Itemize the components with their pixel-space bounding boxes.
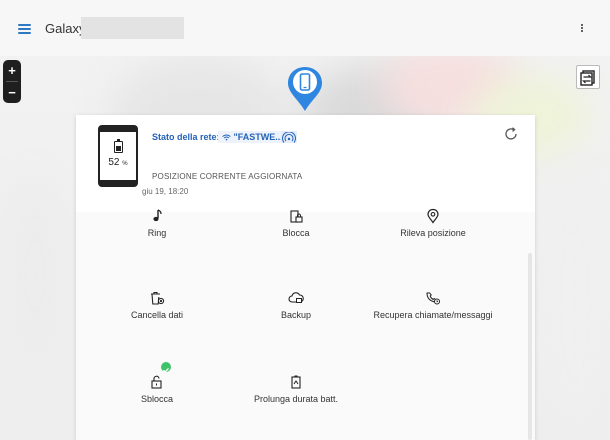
device-panel: 52 % Stato della rete: "FASTWE... POSIZI… — [76, 115, 535, 440]
battery-extend-icon — [291, 375, 301, 389]
location-timestamp: giu 19, 18:20 — [142, 187, 189, 196]
action-unlock[interactable]: Sblocca — [82, 374, 232, 404]
signal-icon — [281, 131, 297, 143]
location-status: POSIZIONE CORRENTE AGGIORNATA — [152, 172, 303, 181]
action-backup[interactable]: Backup — [221, 290, 371, 320]
device-phone-icon: 52 % — [98, 125, 138, 187]
battery-level: 52 % — [108, 157, 128, 168]
network-status-label: Stato della rete: — [152, 132, 220, 142]
action-lock[interactable]: Blocca — [221, 208, 371, 238]
menu-icon[interactable] — [16, 21, 34, 37]
action-extend-battery[interactable]: Prolunga durata batt. — [221, 374, 371, 404]
check-icon — [163, 367, 169, 373]
refresh-button[interactable] — [503, 126, 519, 142]
device-info-header: 52 % Stato della rete: "FASTWE... POSIZI… — [76, 115, 535, 212]
switch-device-icon — [580, 70, 595, 86]
device-name-redacted — [81, 17, 184, 39]
ring-icon — [153, 209, 162, 222]
refresh-icon — [505, 127, 517, 140]
network-name: "FASTWE... — [218, 131, 287, 143]
zoom-in-button[interactable]: + — [3, 60, 21, 81]
action-locate[interactable]: Rileva posizione — [358, 208, 508, 238]
action-erase[interactable]: Cancella dati — [82, 290, 232, 320]
unlock-icon — [151, 375, 162, 389]
lock-phone-icon — [290, 210, 303, 223]
unlock-check-badge — [161, 362, 171, 373]
erase-data-icon — [151, 291, 165, 305]
device-name: Galaxy — [45, 21, 86, 36]
top-bar: Galaxy — [0, 0, 610, 56]
panel-scrollbar[interactable] — [528, 253, 532, 440]
device-location-pin[interactable] — [286, 65, 324, 113]
action-retrieve[interactable]: Recupera chiamate/messaggi — [358, 290, 508, 320]
cloud-backup-icon — [288, 292, 304, 303]
map-pin-icon — [288, 67, 322, 111]
location-icon — [427, 208, 439, 224]
wifi-icon — [222, 134, 231, 141]
zoom-out-button[interactable]: − — [3, 82, 21, 103]
zoom-controls: + − — [3, 60, 21, 103]
action-ring[interactable]: Ring — [82, 208, 232, 238]
battery-icon — [114, 139, 123, 153]
retrieve-calls-icon — [426, 292, 440, 305]
more-options-icon[interactable] — [576, 20, 588, 36]
switch-device-button[interactable] — [576, 65, 600, 89]
